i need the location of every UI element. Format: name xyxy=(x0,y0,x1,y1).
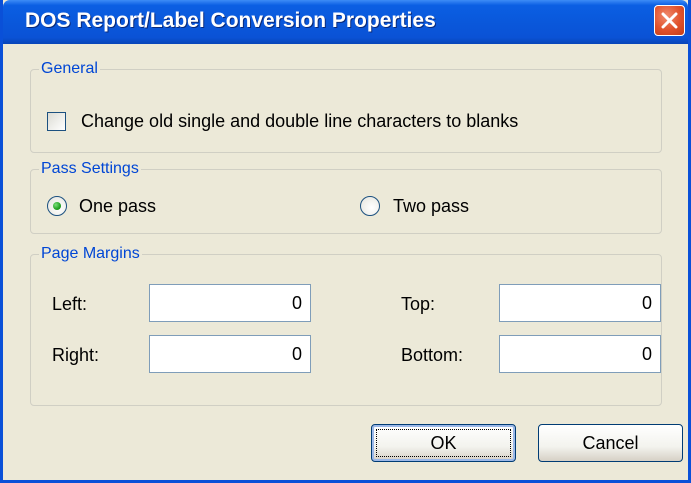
cancel-button[interactable]: Cancel xyxy=(538,424,683,462)
right-margin-input[interactable]: 0 xyxy=(149,335,311,373)
top-margin-input[interactable]: 0 xyxy=(499,284,661,322)
right-margin-label: Right: xyxy=(52,345,100,365)
title-bar[interactable]: DOS Report/Label Conversion Properties xyxy=(3,0,688,44)
radio-selected-dot xyxy=(53,202,61,210)
one-pass-radio[interactable] xyxy=(47,196,67,216)
window-title: DOS Report/Label Conversion Properties xyxy=(25,9,436,32)
ok-button-label: OK xyxy=(430,433,457,453)
page-margins-group: Page Margins xyxy=(30,244,662,406)
bottom-margin-label: Bottom: xyxy=(401,345,464,365)
two-pass-radio[interactable] xyxy=(360,196,380,216)
blank-chars-checkbox[interactable] xyxy=(47,112,66,131)
close-icon xyxy=(661,12,678,29)
general-group-label: General xyxy=(39,59,100,79)
page-margins-group-label: Page Margins xyxy=(39,244,142,264)
ok-button[interactable]: OK xyxy=(371,424,516,462)
left-margin-input[interactable]: 0 xyxy=(149,284,311,322)
left-margin-label: Left: xyxy=(52,294,88,314)
blank-chars-label[interactable]: Change old single and double line charac… xyxy=(81,110,518,132)
cancel-button-label: Cancel xyxy=(582,433,639,453)
dialog-client-area: General Change old single and double lin… xyxy=(3,44,688,480)
one-pass-label[interactable]: One pass xyxy=(79,195,156,217)
top-margin-label: Top: xyxy=(401,294,436,314)
two-pass-label[interactable]: Two pass xyxy=(393,195,469,217)
pass-settings-group-label: Pass Settings xyxy=(39,159,141,179)
dialog-window: DOS Report/Label Conversion Properties G… xyxy=(0,0,691,483)
close-button[interactable] xyxy=(654,5,685,36)
bottom-margin-input[interactable]: 0 xyxy=(499,335,661,373)
